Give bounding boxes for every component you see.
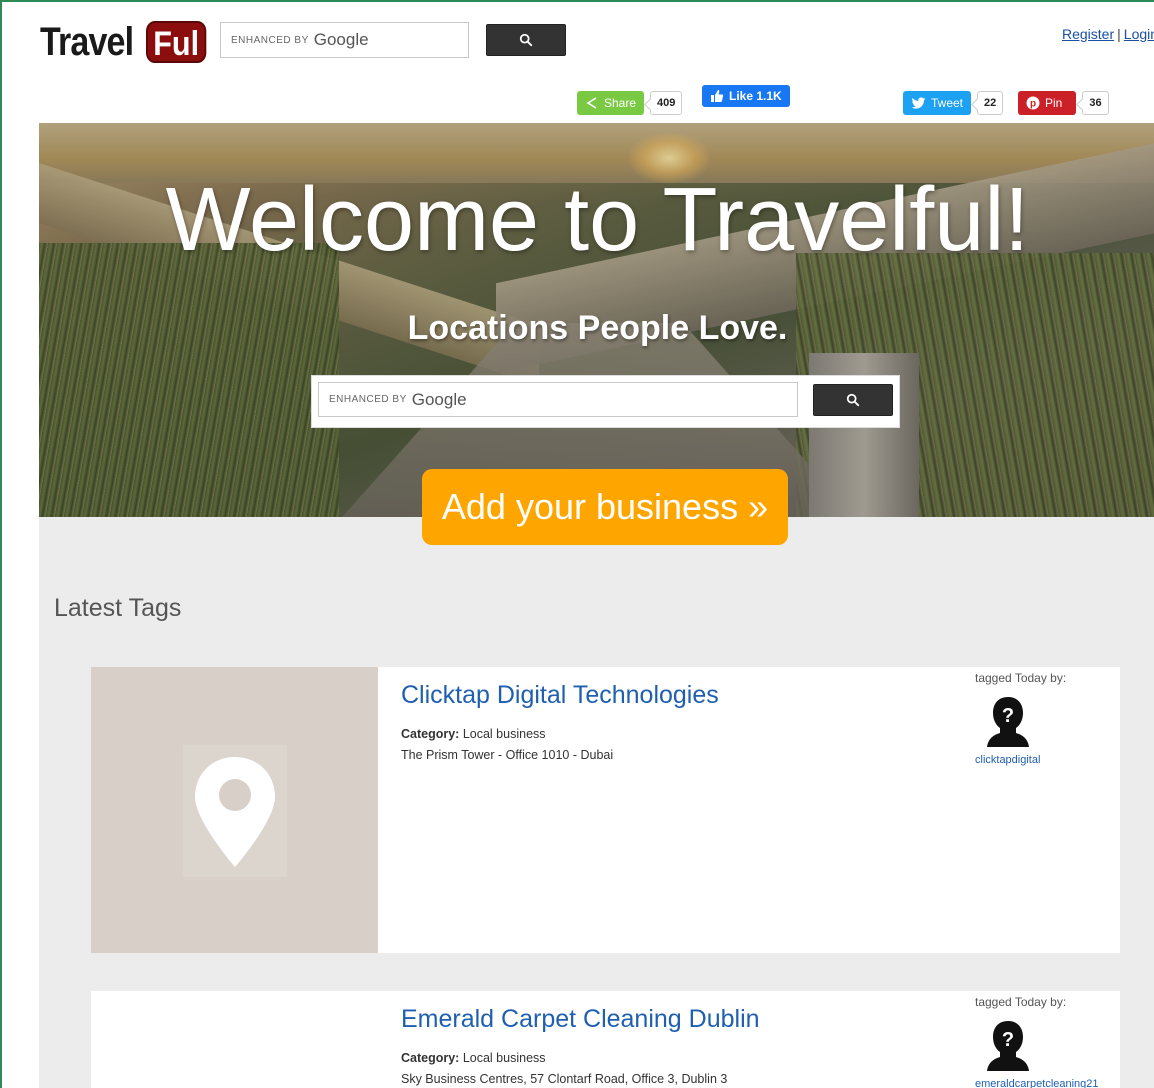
pin-button[interactable]: p Pin bbox=[1018, 91, 1077, 115]
like-widget: Like 1.1K bbox=[702, 84, 790, 108]
like-label: Like 1.1K bbox=[729, 89, 782, 103]
card-category: Category: Local business bbox=[401, 1051, 546, 1065]
svg-text:p: p bbox=[1030, 99, 1036, 110]
hero-search-input[interactable]: ENHANCED BY Google bbox=[318, 382, 798, 417]
card-thumbnail[interactable] bbox=[91, 667, 378, 953]
tweet-button[interactable]: Tweet bbox=[903, 91, 972, 115]
page: { "header": { "logo_part1": "Travel", "l… bbox=[0, 0, 1154, 1088]
twitter-icon bbox=[911, 96, 926, 109]
login-link[interactable]: Login bbox=[1124, 26, 1154, 42]
share-count: 409 bbox=[650, 91, 683, 115]
unknown-user-icon[interactable]: ? bbox=[983, 1019, 1033, 1071]
share-label: Share bbox=[604, 96, 637, 110]
hero-title: Welcome to Travelful! bbox=[165, 170, 1030, 270]
tweet-widget: Tweet 22 bbox=[903, 91, 1004, 115]
latest-tags-heading: Latest Tags bbox=[54, 594, 182, 622]
google-label: Google bbox=[313, 30, 369, 49]
svg-text:?: ? bbox=[1002, 705, 1014, 727]
map-pin-icon bbox=[195, 757, 275, 867]
logo-text-ful: Ful bbox=[146, 21, 207, 63]
pin-count: 36 bbox=[1082, 91, 1109, 115]
like-button[interactable]: Like 1.1K bbox=[702, 85, 790, 107]
search-icon bbox=[846, 393, 860, 407]
link-separator: | bbox=[1117, 26, 1121, 42]
account-links: Register|Login bbox=[1062, 26, 1154, 42]
card-category: Category: Local business bbox=[401, 727, 546, 741]
tweet-label: Tweet bbox=[931, 96, 964, 110]
thumbnail-placeholder bbox=[183, 745, 287, 877]
tagger-username-link[interactable]: clicktapdigital bbox=[975, 754, 1040, 766]
search-brand-label: ENHANCED BY bbox=[231, 34, 309, 46]
hero-subtitle: Locations People Love. bbox=[407, 309, 788, 347]
category-label: Category: bbox=[401, 1051, 460, 1065]
header-search-button[interactable] bbox=[486, 24, 566, 56]
category-value: Local business bbox=[462, 727, 546, 741]
card-address: The Prism Tower - Office 1010 - Dubai bbox=[401, 748, 614, 762]
tagged-by-label: tagged Today by: bbox=[975, 671, 1067, 685]
tweet-count: 22 bbox=[977, 91, 1004, 115]
hero-search-button[interactable] bbox=[813, 384, 893, 416]
header-search-input[interactable]: ENHANCED BY Google bbox=[220, 22, 469, 58]
share-widget: Share 409 bbox=[577, 91, 683, 115]
svg-text:?: ? bbox=[1002, 1029, 1014, 1051]
register-link[interactable]: Register bbox=[1062, 26, 1114, 42]
add-business-button[interactable]: Add your business » bbox=[422, 469, 788, 545]
category-value: Local business bbox=[462, 1051, 546, 1065]
card-thumbnail[interactable] bbox=[91, 991, 378, 1088]
card-title-link[interactable]: Clicktap Digital Technologies bbox=[401, 681, 719, 710]
travelful-logo[interactable]: Travel Ful bbox=[40, 20, 213, 64]
share-button[interactable]: Share bbox=[577, 91, 645, 115]
tagged-by-label: tagged Today by: bbox=[975, 995, 1067, 1009]
pinterest-icon: p bbox=[1026, 96, 1040, 110]
unknown-user-icon[interactable]: ? bbox=[983, 695, 1033, 747]
hero-banner: Welcome to Travelful! Locations People L… bbox=[39, 123, 1154, 517]
search-icon bbox=[519, 33, 533, 47]
pin-widget: p Pin 36 bbox=[1018, 91, 1109, 115]
pin-label: Pin bbox=[1045, 96, 1063, 110]
card-address: Sky Business Centres, 57 Clontarf Road, … bbox=[401, 1072, 728, 1086]
share-icon bbox=[586, 97, 597, 109]
tagger-username-link[interactable]: emeraldcarpetcleaning21 bbox=[975, 1078, 1099, 1088]
thumbs-up-icon bbox=[711, 90, 724, 102]
hero-search-brand-label: ENHANCED BY bbox=[329, 394, 407, 405]
hero-google-label: Google bbox=[411, 389, 467, 409]
logo-text-travel: Travel bbox=[40, 19, 134, 64]
card-title-link[interactable]: Emerald Carpet Cleaning Dublin bbox=[401, 1005, 760, 1034]
tag-card: Clicktap Digital Technologies Category: … bbox=[91, 667, 1120, 953]
hero-search-panel: ENHANCED BY Google bbox=[311, 375, 900, 428]
category-label: Category: bbox=[401, 727, 460, 741]
tag-card: Emerald Carpet Cleaning Dublin Category:… bbox=[91, 991, 1120, 1088]
